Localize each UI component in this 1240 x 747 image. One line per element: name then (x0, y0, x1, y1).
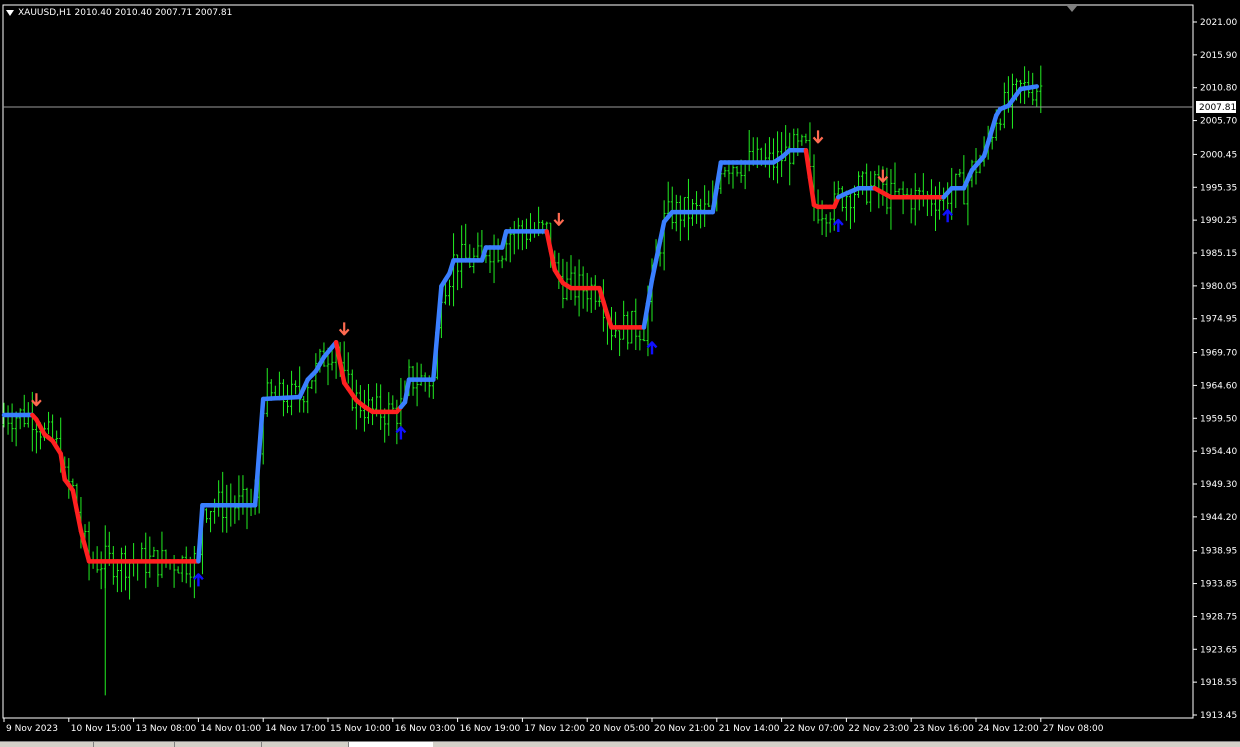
price-tick-label: 1980.05 (1200, 282, 1237, 292)
uptrend-segment (713, 187, 717, 212)
price-tick-label: 1918.55 (1200, 678, 1237, 688)
uptrend-segment (656, 241, 660, 260)
time-tick-label: 22 Nov 07:00 (784, 724, 845, 734)
downtrend-segment (806, 150, 810, 177)
symbol-label: XAUUSD,H1 (18, 8, 72, 18)
price-tick-label: 1938.95 (1200, 547, 1237, 557)
buy-arrow-icon (834, 220, 843, 232)
time-tick-label: 27 Nov 08:00 (1043, 724, 1104, 734)
price-tick-label: 1923.65 (1200, 645, 1237, 655)
high-price: 2010.40 (115, 8, 152, 18)
time-tick-label: 21 Nov 14:00 (719, 724, 780, 734)
time-tick-label: 13 Nov 08:00 (136, 724, 197, 734)
time-tick-label: 15 Nov 10:00 (330, 724, 391, 734)
price-tick-label: 2010.80 (1200, 84, 1237, 94)
uptrend-segment (660, 222, 664, 241)
downtrend-segment (61, 454, 65, 480)
downtrend-segment (810, 178, 814, 205)
price-tick-label: 1985.15 (1200, 249, 1237, 259)
price-tick-label: 1995.35 (1200, 183, 1237, 193)
downtrend-segment (81, 531, 85, 546)
buy-arrow-icon (943, 210, 952, 222)
downtrend-segment (77, 511, 81, 531)
price-chart[interactable]: 2021.00 2015.90 2010.80 2005.70 2000.45 1995.… (0, 0, 1240, 746)
price-tick-label: 1990.25 (1200, 216, 1237, 226)
chart-tab-active[interactable] (348, 742, 433, 747)
time-tick-label: 10 Nov 15:00 (71, 724, 132, 734)
time-tick-label: 24 Nov 12:00 (978, 724, 1039, 734)
menu-triangle-icon[interactable] (6, 10, 14, 16)
buy-arrow-icon (648, 342, 657, 354)
price-tick-label: 1944.20 (1200, 513, 1237, 523)
price-tick-label: 1959.50 (1200, 414, 1237, 424)
close-price: 2007.81 (195, 8, 232, 18)
time-tick-label: 17 Nov 12:00 (524, 724, 585, 734)
trend-indicator (4, 86, 1037, 561)
candles (3, 66, 1043, 696)
downtrend-segment (336, 342, 340, 362)
chart-tab[interactable] (261, 742, 348, 747)
open-price: 2010.40 (75, 8, 112, 18)
time-tick-label: 22 Nov 23:00 (848, 724, 909, 734)
price-tick-label: 1913.45 (1200, 711, 1237, 721)
downtrend-segment (551, 251, 555, 270)
time-tick-label: 16 Nov 19:00 (460, 724, 521, 734)
chart-window[interactable]: 2021.00 2015.90 2010.80 2005.70 2000.45 1995.… (0, 0, 1240, 746)
uptrend-segment (648, 280, 652, 304)
price-tick-label: 2005.70 (1200, 117, 1237, 127)
uptrend-segment (1033, 86, 1037, 87)
downtrend-segment (547, 231, 551, 250)
downtrend-segment (340, 363, 344, 383)
buy-arrow-icon (396, 427, 405, 439)
downtrend-segment (73, 490, 77, 510)
uptrend-segment (502, 231, 506, 247)
price-axis: 2021.00 2015.90 2010.80 2005.70 2000.45 1995.… (1193, 18, 1237, 721)
price-tick-label: 1954.40 (1200, 447, 1237, 457)
time-tick-label: 20 Nov 05:00 (589, 724, 650, 734)
uptrend-segment (652, 260, 656, 279)
price-tick-label: 1933.85 (1200, 580, 1237, 590)
sell-arrow-icon (554, 213, 563, 225)
sell-arrow-icon (340, 322, 349, 334)
chart-tab[interactable] (174, 742, 261, 747)
time-tick-label: 14 Nov 17:00 (265, 724, 326, 734)
price-tick-label: 1974.95 (1200, 315, 1237, 325)
current-price-label: 2007.81 (1199, 103, 1236, 113)
sell-arrow-icon (814, 130, 823, 142)
uptrend-segment (433, 333, 437, 380)
chart-tab[interactable] (93, 742, 174, 747)
price-tick-label: 2015.90 (1200, 51, 1237, 61)
chart-header: XAUUSD,H12010.402010.402007.712007.81 (6, 8, 235, 18)
uptrend-segment (717, 162, 721, 187)
shift-marker-icon[interactable] (1067, 6, 1077, 12)
uptrend-segment (259, 399, 263, 452)
sell-arrow-icon (878, 170, 887, 182)
price-tick-label: 1928.75 (1200, 612, 1237, 622)
time-tick-label: 20 Nov 21:00 (654, 724, 715, 734)
time-tick-label: 23 Nov 16:00 (913, 724, 974, 734)
price-tick-label: 2021.00 (1200, 18, 1237, 28)
price-tick-label: 1969.70 (1200, 349, 1237, 359)
time-tick-label: 9 Nov 2023 (6, 724, 58, 734)
low-price: 2007.71 (155, 8, 192, 18)
uptrend-segment (437, 286, 441, 333)
price-tick-label: 1964.60 (1200, 381, 1237, 391)
buy-arrow-icon (194, 574, 203, 586)
price-tick-label: 2000.45 (1200, 150, 1237, 160)
uptrend-segment (644, 304, 648, 328)
time-axis: 9 Nov 202310 Nov 15:0013 Nov 08:0014 Nov… (4, 718, 1104, 734)
plot-frame (3, 5, 1193, 718)
chart-tabs-bar (0, 741, 1240, 747)
uptrend-segment (405, 380, 409, 403)
sell-arrow-icon (32, 393, 41, 405)
downtrend-segment (85, 546, 89, 561)
time-tick-label: 16 Nov 03:00 (395, 724, 456, 734)
uptrend-segment (198, 505, 202, 561)
price-tick-label: 1949.30 (1200, 480, 1237, 490)
time-tick-label: 14 Nov 01:00 (200, 724, 261, 734)
